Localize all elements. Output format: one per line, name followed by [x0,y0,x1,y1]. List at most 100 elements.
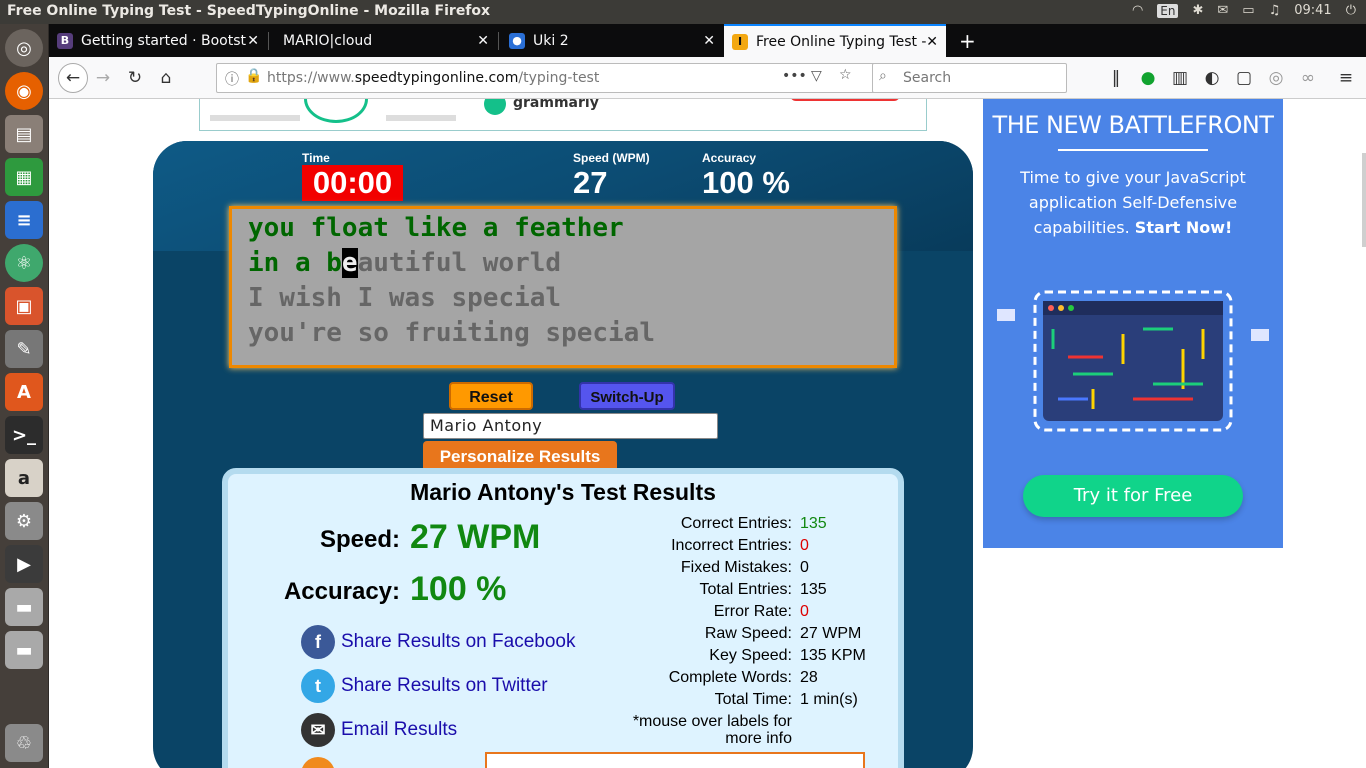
wifi-icon[interactable]: ◠ [1132,3,1143,18]
reset-button[interactable]: Reset [449,382,533,410]
tab-mariocloud[interactable]: MARIO|cloud ✕ [275,24,497,57]
drive-icon[interactable]: ▬ [5,631,43,669]
software-center-icon[interactable]: A [5,373,43,411]
link-icon[interactable] [301,757,335,768]
tab-divider [498,32,499,50]
mouse-over-note: more info [725,730,792,747]
volume-icon[interactable]: ♫ [1269,3,1281,18]
stat-value: 135 [800,515,827,532]
stat-label[interactable]: Correct Entries: [608,515,792,533]
stat-label[interactable]: Incorrect Entries: [608,537,792,555]
stat-label[interactable]: Complete Words: [608,669,792,687]
accuracy-result-label[interactable]: Accuracy: [268,578,400,606]
bookmark-star-icon[interactable]: ☆ [839,67,852,83]
tab-divider [268,32,269,50]
stat-label[interactable]: Fixed Mistakes: [608,559,792,577]
info-icon[interactable]: ⓘ [225,69,239,89]
firefox-icon[interactable]: ◉ [5,72,43,110]
switch-up-button[interactable]: Switch-Up [579,382,675,410]
ubuntu-launcher: ◎ ◉ ▤ ▦ ≡ ⚛ ▣ ✎ A >_ a ⚙ ▶ ▬ ▬ ♲ [0,24,49,768]
stat-label[interactable]: Error Rate: [608,603,792,621]
typing-text-area[interactable]: you float like a feather in a beautiful … [229,206,897,368]
grammarly-icon[interactable]: ● [1136,66,1160,90]
reader-icon[interactable]: ▥ [1168,66,1192,90]
search-placeholder: Search [903,70,952,86]
dash-home-icon[interactable]: ◎ [5,29,43,67]
url-bar[interactable]: ⓘ 🔒 https://www.speedtypingonline.com/ty… [216,63,912,93]
clock[interactable]: 09:41 [1294,3,1331,18]
grammarly-logo-icon [484,99,506,115]
library-icon[interactable]: ‖ [1104,66,1128,90]
stat-label[interactable]: Total Time: [608,691,792,709]
user-icon: ● [509,32,525,49]
drive-icon[interactable]: ▬ [5,588,43,626]
text-editor-icon[interactable]: ✎ [5,330,43,368]
tab-uki[interactable]: ● Uki 2 ✕ [501,24,723,57]
try-it-free-button[interactable]: Try it for Free [1023,475,1243,517]
scrollbar[interactable] [1362,153,1366,247]
close-icon[interactable]: ✕ [703,33,715,49]
settings-icon[interactable]: ⚙ [5,502,43,540]
time-label: Time [302,151,330,165]
speed-result-label[interactable]: Speed: [308,526,400,554]
stat-label[interactable]: Key Speed: [608,647,792,665]
new-tab-button[interactable]: + [951,24,981,57]
bluetooth-icon[interactable]: ✱ [1192,3,1203,18]
email-icon: ✉ [301,713,335,747]
text-line: in a beautiful world [248,248,562,278]
maze-illustration [997,290,1269,432]
trash-icon[interactable]: ♲ [5,724,43,762]
ad-cta [790,99,900,101]
share-twitter-link[interactable]: t Share Results on Twitter [301,669,548,703]
extension-icon[interactable]: ∞ [1296,66,1320,90]
keyboard-layout-indicator[interactable]: En [1157,3,1179,18]
speed-result-value: 27 WPM [410,518,541,556]
typing-site-icon: I [732,33,748,50]
globe-icon[interactable]: ◎ [1264,66,1288,90]
close-icon[interactable]: ✕ [247,33,259,49]
system-top-bar: Free Online Typing Test - SpeedTypingOnl… [0,0,1366,24]
search-input[interactable]: ⌕ Search [872,63,1067,93]
video-editor-icon[interactable]: ▶ [5,545,43,583]
pocket-icon[interactable]: ▽ [811,68,822,84]
tab-typing-test[interactable]: I Free Online Typing Test - ✕ [724,24,946,57]
reload-button[interactable]: ↻ [123,66,147,90]
page-actions-icon[interactable]: ••• [782,68,807,84]
stat-label[interactable]: Total Entries: [608,581,792,599]
typing-cursor: e [341,248,358,278]
tab-bootstrap[interactable]: B Getting started · Bootst ✕ [49,24,267,57]
impress-icon[interactable]: ▣ [5,287,43,325]
mouse-over-note: *mouse over labels for [632,713,792,730]
writer-icon[interactable]: ≡ [5,201,43,239]
atom-icon[interactable]: ⚛ [5,244,43,282]
menu-icon[interactable]: ≡ [1334,66,1358,90]
stat-value: 135 KPM [800,647,866,664]
power-icon[interactable]: ⏻ [1346,3,1356,18]
mail-icon[interactable]: ✉ [1217,3,1228,18]
close-icon[interactable]: ✕ [477,33,489,49]
back-button[interactable]: ← [58,63,88,93]
speed-value: 27 [573,165,608,200]
share-facebook-link[interactable]: f Share Results on Facebook [301,625,575,659]
url-text[interactable]: https://www.speedtypingonline.com/typing… [267,70,599,86]
side-ad-banner[interactable]: THE NEW BATTLEFRONT Time to give your Ja… [983,99,1283,548]
amazon-icon[interactable]: a [5,459,43,497]
forward-button[interactable]: → [91,66,115,90]
extension-icon[interactable]: ▢ [1232,66,1256,90]
top-ad-banner[interactable]: grammarly [199,99,927,131]
files-icon[interactable]: ▤ [5,115,43,153]
name-input[interactable]: Mario Antony [423,413,718,439]
battery-icon[interactable]: ▭ [1242,3,1254,18]
lock-icon: 🔒 [245,68,263,84]
close-icon[interactable]: ✕ [926,34,938,50]
extension-icon[interactable]: ◐ [1200,66,1224,90]
ad-placeholder-line [210,115,300,121]
home-button[interactable]: ⌂ [154,66,178,90]
calc-icon[interactable]: ▦ [5,158,43,196]
terminal-icon[interactable]: >_ [5,416,43,454]
twitter-icon: t [301,669,335,703]
stat-value: 27 WPM [800,625,862,642]
system-tray: ◠ En ✱ ✉ ▭ ♫ 09:41 ⏻ [1132,3,1356,18]
email-results-link[interactable]: ✉ Email Results [301,713,457,747]
stat-label[interactable]: Raw Speed: [608,625,792,643]
